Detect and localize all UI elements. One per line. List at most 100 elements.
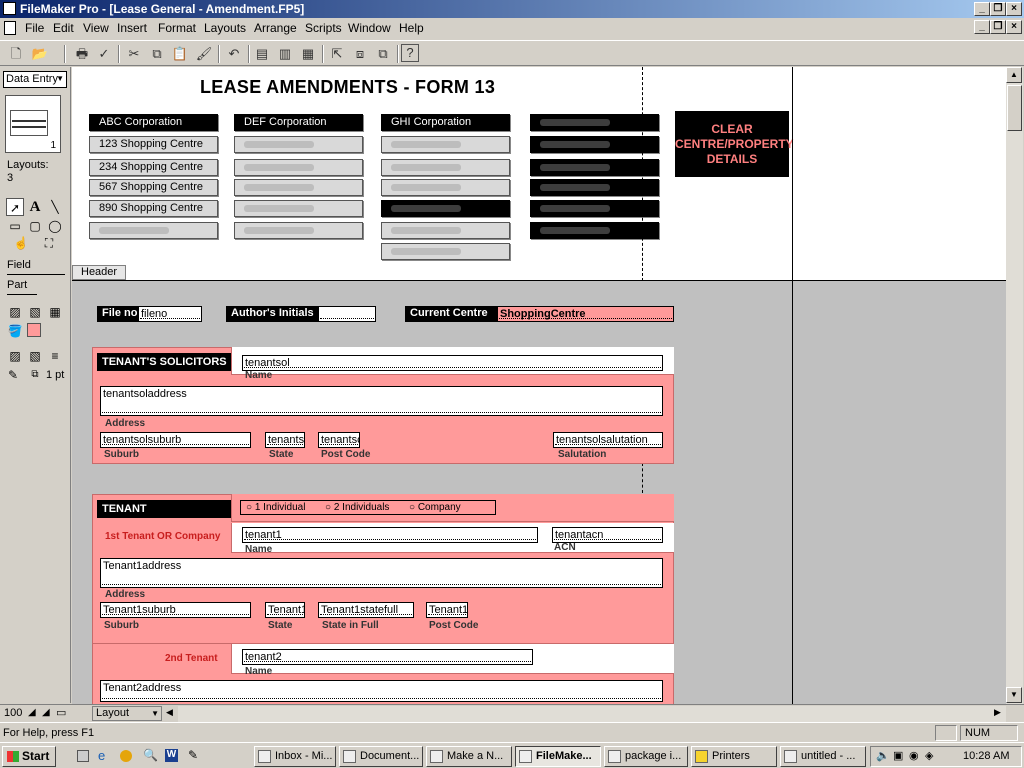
doc-close-button[interactable]: × <box>1006 20 1022 34</box>
fill-color-swatch[interactable] <box>27 323 41 337</box>
document-icon[interactable] <box>4 21 16 35</box>
copy-icon[interactable]: ⧉ <box>147 44 167 64</box>
start-button[interactable]: Start <box>2 746 56 767</box>
menu-view[interactable]: View <box>83 21 109 35</box>
solicitor-salutation-field[interactable]: tenantsolsalutation <box>553 432 663 448</box>
scroll-down-icon[interactable]: ▼ <box>1006 687 1022 703</box>
quick-launch-ie-icon[interactable]: e <box>98 748 105 763</box>
close-button[interactable]: × <box>1006 2 1022 16</box>
mode-popup[interactable]: Layout ▼ <box>92 706 162 721</box>
zoom-in-icon[interactable]: ◢ <box>42 707 50 718</box>
def-corporation-button[interactable]: DEF Corporation <box>234 114 363 131</box>
tenant-acn-field[interactable]: tenantacn <box>552 527 663 543</box>
authors-initials-field[interactable] <box>318 306 376 322</box>
mode-select[interactable]: Data Entry ▼ <box>3 71 67 88</box>
menu-arrange[interactable]: Arrange <box>254 21 297 35</box>
tenant1-postcode-field[interactable]: Tenant1 <box>426 602 468 618</box>
blurred-button[interactable] <box>234 136 363 153</box>
oval-tool-icon[interactable]: ◯ <box>46 217 64 235</box>
centre-567-button[interactable]: 567 Shopping Centre <box>89 179 218 196</box>
find-mode-icon[interactable]: ▥ <box>275 44 295 64</box>
new-icon[interactable]: 🗋 <box>6 44 26 64</box>
menu-edit[interactable]: Edit <box>53 21 74 35</box>
abc-corporation-button[interactable]: ABC Corporation <box>89 114 218 131</box>
vertical-scroll-thumb[interactable] <box>1007 85 1022 131</box>
antivirus-icon[interactable]: ◉ <box>909 747 919 766</box>
tenant1-address-field[interactable]: Tenant1address <box>100 558 663 588</box>
open-icon[interactable]: 📂 <box>30 44 50 64</box>
status-area-toggle-icon[interactable]: ▭ <box>56 706 66 719</box>
zoom-out-icon[interactable]: ◢ <box>28 707 36 718</box>
quick-launch-app-icon[interactable] <box>120 750 132 762</box>
blurred-button[interactable] <box>530 136 659 153</box>
task-document[interactable]: Document... <box>339 746 423 767</box>
blurred-button[interactable] <box>381 179 510 196</box>
blurred-button[interactable] <box>234 222 363 239</box>
centre-890-button[interactable]: 890 Shopping Centre <box>89 200 218 217</box>
paste-icon[interactable]: 📋 <box>170 44 190 64</box>
line-tool-icon[interactable]: ╲ <box>46 198 64 216</box>
blurred-button[interactable] <box>89 222 218 239</box>
spellcheck-icon[interactable]: ✓ <box>94 44 114 64</box>
solicitor-suburb-field[interactable]: tenantsolsuburb <box>100 432 251 448</box>
tenant1-suburb-field[interactable]: Tenant1suburb <box>100 602 251 618</box>
layout-mode-icon[interactable]: ▦ <box>298 44 318 64</box>
ghi-corporation-button[interactable]: GHI Corporation <box>381 114 510 131</box>
cut-icon[interactable]: ✂ <box>124 44 144 64</box>
tenant2-name-field[interactable]: tenant2 <box>242 649 533 665</box>
tray-app-icon[interactable]: ◈ <box>925 747 933 766</box>
rectangle-tool-icon[interactable]: ▭ <box>6 217 24 235</box>
maximize-button[interactable]: ❐ <box>990 2 1006 16</box>
fill-pattern-icon[interactable]: ▧ <box>26 303 44 321</box>
portal-tool-icon[interactable]: ⛶ <box>40 234 58 252</box>
header-part-label[interactable]: Header <box>72 265 126 280</box>
paint-bucket-icon[interactable]: 🪣 <box>6 322 24 340</box>
scroll-left-icon[interactable]: ◀ <box>166 707 173 718</box>
vertical-scrollbar[interactable]: ▲ ▼ <box>1006 67 1023 704</box>
book-icon[interactable]: 1 <box>5 95 61 153</box>
object-effect-icon[interactable]: ⧉ <box>26 366 44 384</box>
blurred-button[interactable] <box>234 179 363 196</box>
blurred-button[interactable] <box>234 200 363 217</box>
quick-launch-desktop-icon[interactable] <box>77 750 89 762</box>
doc-minimize-button[interactable]: _ <box>974 20 990 34</box>
menu-file[interactable]: File <box>25 21 44 35</box>
solicitor-name-field[interactable]: tenantsol <box>242 355 663 371</box>
volume-icon[interactable]: 🔈 <box>876 747 890 766</box>
tenant2-address-field[interactable]: Tenant2address <box>100 680 663 702</box>
task-filemaker[interactable]: FileMake... <box>515 746 601 767</box>
blurred-button[interactable] <box>530 159 659 176</box>
task-printers[interactable]: Printers <box>691 746 777 767</box>
menu-help[interactable]: Help <box>399 21 424 35</box>
arrange-icon[interactable]: ⧉ <box>373 44 393 64</box>
quick-launch-tool-icon[interactable]: ✎ <box>188 748 198 762</box>
blurred-button[interactable] <box>530 200 659 217</box>
menu-insert[interactable]: Insert <box>117 21 147 35</box>
tenant1-statefull-field[interactable]: Tenant1statefull <box>318 602 414 618</box>
blurred-button[interactable] <box>381 159 510 176</box>
clear-centre-property-button[interactable]: CLEAR CENTRE/PROPERTY DETAILS <box>675 111 794 177</box>
line-pattern-icon[interactable]: ▧ <box>26 347 44 365</box>
radio-individual[interactable]: ○ 1 Individual <box>246 501 305 514</box>
clock[interactable]: 10:28 AM <box>963 747 1009 766</box>
undo-icon[interactable]: ↶ <box>224 44 244 64</box>
blurred-button[interactable] <box>530 222 659 239</box>
radio-two-individuals[interactable]: ○ 2 Individuals <box>325 501 389 514</box>
rounded-rect-tool-icon[interactable]: ▢ <box>26 217 44 235</box>
pointer-tool-icon[interactable]: ➚ <box>6 198 24 216</box>
solicitor-address-field[interactable]: tenantsoladdress <box>100 386 663 416</box>
blurred-button[interactable] <box>530 114 659 131</box>
file-no-field[interactable]: fileno <box>138 306 202 322</box>
tenant1-state-field[interactable]: Tenant1 <box>265 602 305 618</box>
solicitor-state-field[interactable]: tenantsc <box>265 432 305 448</box>
format-painter-icon[interactable]: 🖌 <box>194 44 214 64</box>
text-tool-icon[interactable]: A <box>26 198 44 216</box>
centre-234-button[interactable]: 234 Shopping Centre <box>89 159 218 176</box>
tenant1-name-field[interactable]: tenant1 <box>242 527 538 543</box>
task-package[interactable]: package i... <box>604 746 688 767</box>
solicitor-postcode-field[interactable]: tenantsc <box>318 432 360 448</box>
quick-launch-search-icon[interactable]: 🔍 <box>143 748 158 762</box>
browse-mode-icon[interactable]: ▤ <box>252 44 272 64</box>
network-icon[interactable]: ▣ <box>893 747 903 766</box>
help-icon[interactable]: ? <box>401 44 419 62</box>
